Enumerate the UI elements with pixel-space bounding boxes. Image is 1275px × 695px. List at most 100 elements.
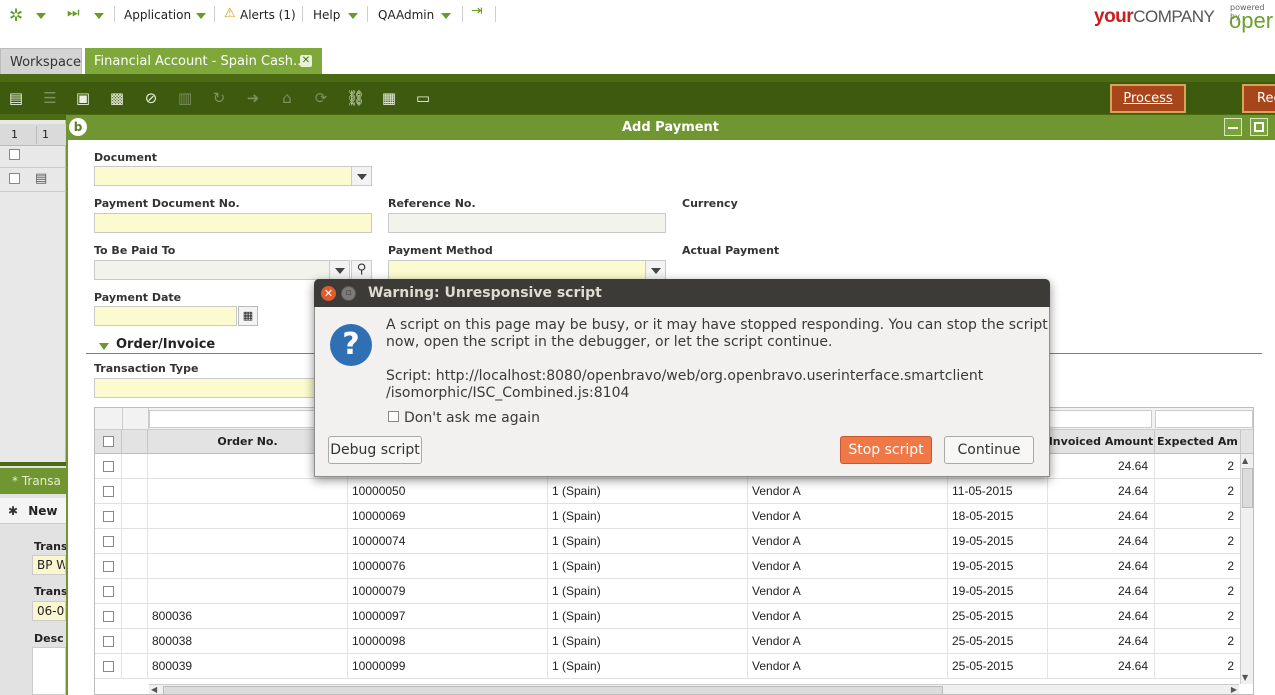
table-row[interactable]: ▤ bbox=[0, 168, 66, 192]
row-edit-cell[interactable] bbox=[122, 454, 148, 479]
row-checkbox[interactable] bbox=[103, 561, 114, 572]
table-row[interactable]: 10000079 1 (Spain) Vendor A 19-05-2015 24.64… bbox=[95, 579, 1241, 604]
row-checkbox[interactable] bbox=[103, 486, 114, 497]
grid-filter-input[interactable] bbox=[1155, 410, 1253, 428]
table-row[interactable] bbox=[0, 144, 66, 168]
select-all-checkbox[interactable] bbox=[103, 436, 114, 447]
row-checkbox[interactable] bbox=[103, 611, 114, 622]
collapse-triangle-icon[interactable] bbox=[99, 343, 109, 350]
new-document-icon[interactable]: ▤ bbox=[7, 89, 25, 107]
scroll-right-icon[interactable]: ▶ bbox=[1231, 685, 1237, 694]
audit-icon[interactable]: ⟳ bbox=[312, 89, 330, 107]
table-row[interactable]: 800039 10000099 1 (Spain) Vendor A 25-05-201… bbox=[95, 654, 1241, 679]
grid-view-icon[interactable]: ▭ bbox=[414, 89, 432, 107]
row-edit-cell[interactable] bbox=[122, 554, 148, 579]
tab-workspace[interactable]: Workspace bbox=[0, 48, 82, 75]
horizontal-scrollbar[interactable]: ◀ ▶ bbox=[149, 684, 1239, 694]
column-invoiced-amount[interactable]: Invoiced Amount bbox=[1048, 430, 1155, 454]
refresh-icon[interactable]: ↻ bbox=[210, 89, 228, 107]
row-checkbox[interactable] bbox=[103, 636, 114, 647]
help-chevron-down-icon[interactable] bbox=[348, 13, 358, 19]
row-edit-cell[interactable] bbox=[122, 654, 148, 679]
save-close-icon[interactable]: ▩ bbox=[108, 89, 126, 107]
new-record-button[interactable]: ✱ New bbox=[0, 498, 66, 524]
chevron-down-icon[interactable] bbox=[351, 167, 371, 185]
delete-icon[interactable]: ▥ bbox=[176, 89, 194, 107]
new-row-icon[interactable]: ☰ bbox=[41, 89, 59, 107]
row-checkbox[interactable] bbox=[103, 536, 114, 547]
maximize-icon[interactable]: ▫ bbox=[341, 286, 356, 301]
search-icon[interactable]: ⚲ bbox=[351, 260, 372, 280]
scroll-down-icon[interactable]: ▼ bbox=[1242, 673, 1248, 682]
row-checkbox[interactable] bbox=[103, 586, 114, 597]
transaction-field[interactable]: BP W bbox=[32, 555, 66, 575]
order-invoice-section-header[interactable]: Order/Invoice bbox=[116, 337, 215, 352]
scroll-thumb[interactable] bbox=[163, 686, 943, 694]
chevron-down-icon[interactable] bbox=[645, 261, 665, 279]
vertical-scrollbar[interactable]: ▲ ▼ bbox=[1240, 454, 1253, 684]
chevron-down-icon[interactable] bbox=[329, 261, 349, 279]
calendar-icon[interactable]: ▦ bbox=[238, 306, 258, 326]
save-icon[interactable]: ▣ bbox=[74, 89, 92, 107]
column-expected-amount[interactable]: Expected Am bbox=[1155, 430, 1241, 454]
tab-financial-account[interactable]: Financial Account - Spain Cash... ✕ bbox=[85, 48, 322, 75]
table-row[interactable]: 10000050 1 (Spain) Vendor A 11-05-2015 24.64… bbox=[95, 479, 1241, 504]
close-icon[interactable]: ✕ bbox=[321, 286, 336, 301]
row-checkbox[interactable] bbox=[9, 149, 20, 160]
logout-icon[interactable]: ⇥ bbox=[471, 3, 483, 19]
alerts-link[interactable]: Alerts (1) bbox=[240, 8, 296, 22]
export-icon[interactable]: ➜ bbox=[244, 89, 262, 107]
process-button[interactable]: Process bbox=[1110, 84, 1186, 113]
user-chevron-down-icon[interactable] bbox=[441, 13, 451, 19]
row-edit-cell[interactable] bbox=[122, 604, 148, 629]
reference-no-input[interactable] bbox=[388, 213, 666, 233]
scroll-thumb[interactable] bbox=[1242, 468, 1253, 508]
quick-create-chevron-down-icon[interactable] bbox=[94, 13, 104, 19]
quick-launch-icon[interactable]: ✲ bbox=[9, 6, 23, 26]
payment-method-select[interactable] bbox=[388, 260, 666, 280]
continue-button[interactable]: Continue bbox=[944, 436, 1034, 464]
row-edit-cell[interactable] bbox=[122, 529, 148, 554]
to-be-paid-to-select[interactable] bbox=[94, 260, 350, 280]
table-row[interactable]: 10000069 1 (Spain) Vendor A 18-05-2015 24.64… bbox=[95, 504, 1241, 529]
document-icon[interactable]: ▤ bbox=[35, 171, 47, 186]
debug-script-button[interactable]: Debug script bbox=[328, 436, 422, 464]
row-checkbox[interactable] bbox=[9, 173, 20, 184]
row-edit-cell[interactable] bbox=[122, 579, 148, 604]
document-select[interactable] bbox=[94, 166, 372, 186]
cancel-icon[interactable]: ⊘ bbox=[142, 89, 160, 107]
table-row[interactable]: 10000076 1 (Spain) Vendor A 19-05-2015 24.64… bbox=[95, 554, 1241, 579]
transaction-date-field[interactable]: 06-0 bbox=[32, 601, 66, 621]
table-row[interactable]: 10000074 1 (Spain) Vendor A 19-05-2015 24.64… bbox=[95, 529, 1241, 554]
payment-document-no-input[interactable] bbox=[94, 213, 372, 233]
table-row[interactable]: 800036 10000097 1 (Spain) Vendor A 25-05-201… bbox=[95, 604, 1241, 629]
row-edit-cell[interactable] bbox=[122, 629, 148, 654]
help-menu[interactable]: Help bbox=[313, 8, 340, 22]
link-icon[interactable]: ⛓ bbox=[346, 89, 365, 107]
application-chevron-down-icon[interactable] bbox=[196, 13, 206, 19]
row-checkbox[interactable] bbox=[103, 461, 114, 472]
application-menu[interactable]: Application bbox=[124, 8, 191, 22]
print-icon[interactable]: ▦ bbox=[380, 89, 398, 107]
close-tab-icon[interactable]: ✕ bbox=[300, 55, 312, 67]
description-field[interactable] bbox=[32, 647, 66, 695]
quick-launch-chevron-down-icon[interactable] bbox=[36, 13, 46, 19]
maximize-icon[interactable] bbox=[1250, 118, 1268, 136]
dont-ask-again-label[interactable]: Don't ask me again bbox=[404, 410, 540, 427]
attachment-icon[interactable]: ⌂ bbox=[278, 89, 296, 107]
row-edit-cell[interactable] bbox=[122, 504, 148, 529]
user-profile-menu[interactable]: QAAdmin bbox=[378, 8, 434, 22]
minimize-icon[interactable] bbox=[1224, 118, 1242, 136]
scroll-left-icon[interactable]: ◀ bbox=[151, 685, 157, 694]
payment-date-input[interactable] bbox=[94, 306, 237, 326]
scroll-up-icon[interactable]: ▲ bbox=[1242, 456, 1248, 465]
row-checkbox[interactable] bbox=[103, 661, 114, 672]
row-checkbox[interactable] bbox=[103, 511, 114, 522]
quick-create-icon[interactable]: ⏭ bbox=[67, 5, 80, 21]
table-row[interactable]: 800038 10000098 1 (Spain) Vendor A 25-05-201… bbox=[95, 629, 1241, 654]
stop-script-button[interactable]: Stop script bbox=[840, 436, 932, 464]
subtab-transactions[interactable]: * Transa bbox=[0, 468, 66, 494]
dont-ask-again-checkbox[interactable] bbox=[388, 411, 399, 422]
reconcile-button[interactable]: Rec bbox=[1242, 84, 1275, 113]
row-edit-cell[interactable] bbox=[122, 479, 148, 504]
